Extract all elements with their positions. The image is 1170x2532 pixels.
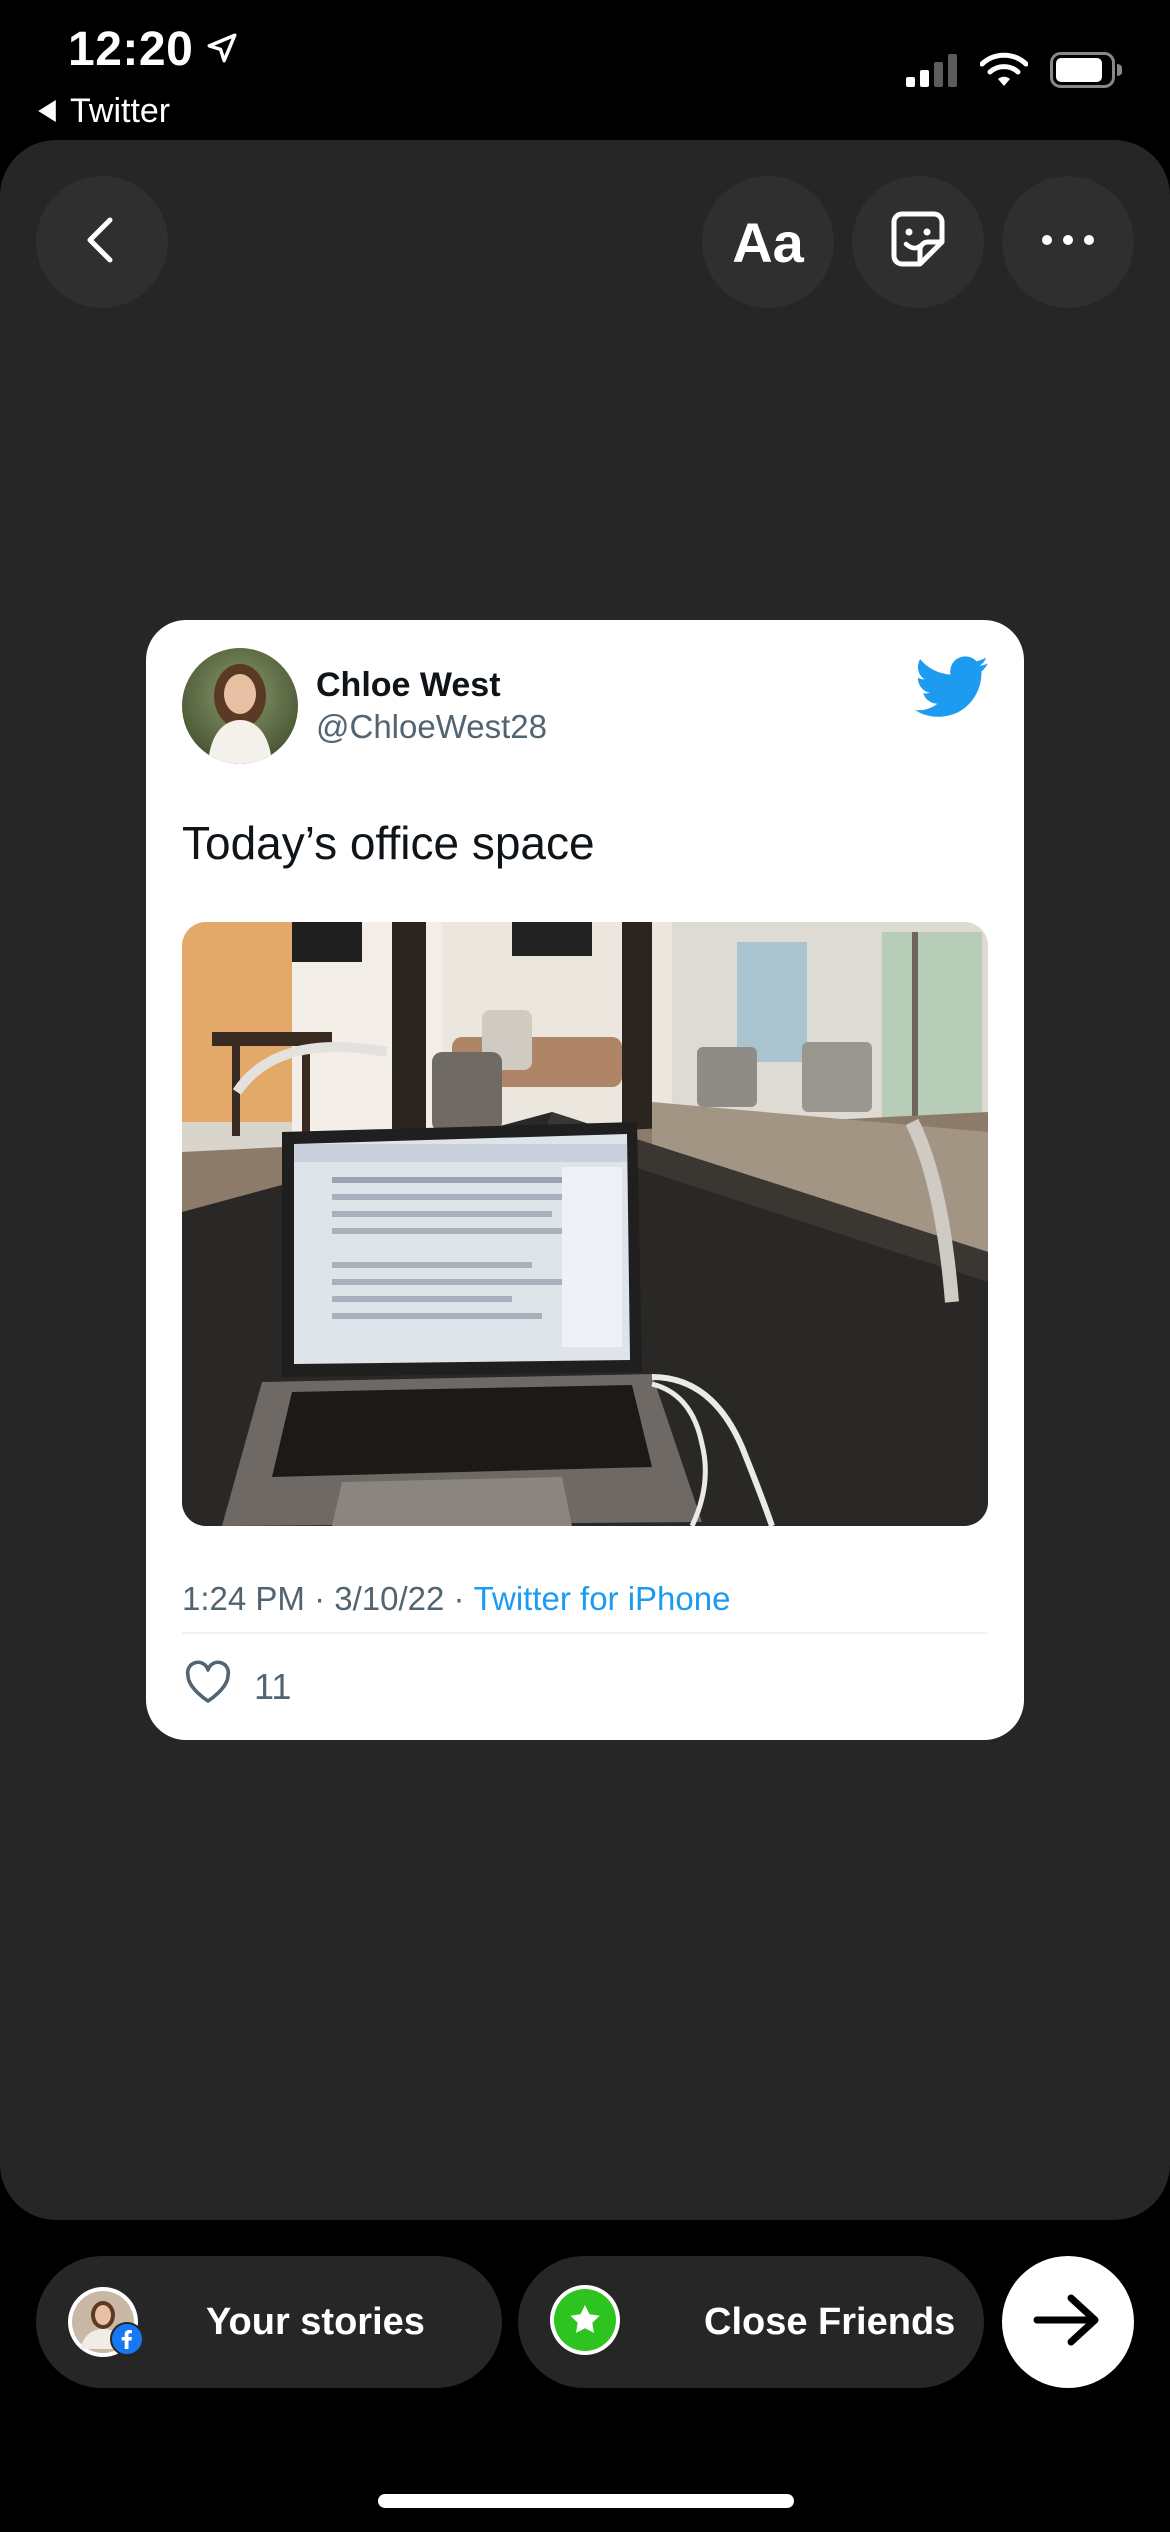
location-arrow-icon <box>205 22 239 77</box>
twitter-bird-icon <box>914 656 990 723</box>
back-button[interactable] <box>36 176 168 308</box>
time-label: 12:20 <box>68 23 194 76</box>
more-options-button[interactable] <box>1002 176 1134 308</box>
home-indicator[interactable] <box>378 2494 794 2508</box>
likes-count: 11 <box>254 1665 292 1707</box>
tweet-photo <box>182 922 988 1526</box>
tweet-card[interactable]: Chloe West @ChloeWest28 Today’s office s… <box>146 620 1024 1740</box>
tweet-date: 3/10/22 <box>334 1580 445 1617</box>
back-app-label: Twitter <box>70 92 171 130</box>
star-icon <box>548 2283 622 2362</box>
back-chevron-icon <box>72 210 132 275</box>
divider <box>182 1632 988 1634</box>
wifi-icon <box>979 52 1029 93</box>
author-name: Chloe West <box>316 666 501 704</box>
meta-separator: · <box>304 1580 335 1617</box>
arrow-right-icon <box>1033 2292 1103 2353</box>
back-triangle-icon <box>36 92 58 131</box>
next-button[interactable] <box>1002 2256 1134 2388</box>
profile-avatar <box>66 2285 144 2359</box>
facebook-icon <box>110 2322 144 2361</box>
close-friends-button[interactable]: Close Friends <box>518 2256 984 2388</box>
author-avatar <box>182 648 298 764</box>
likes-row: 11 <box>184 1660 291 1713</box>
back-to-app-link[interactable]: Twitter <box>36 92 170 131</box>
status-icons <box>906 52 1123 93</box>
your-stories-label: Your stories <box>206 2300 425 2343</box>
author-handle: @ChloeWest28 <box>316 708 547 745</box>
tweet-meta: 1:24 PM · 3/10/22 · Twitter for iPhone <box>182 1580 730 1618</box>
sticker-button[interactable] <box>852 176 984 308</box>
more-icon <box>1040 233 1096 252</box>
text-tool-button[interactable]: Aa <box>702 176 834 308</box>
text-tool-label: Aa <box>732 210 804 274</box>
meta-separator: · <box>444 1580 474 1617</box>
sticker-icon <box>884 206 952 279</box>
status-time: 12:20 <box>68 22 239 77</box>
your-stories-button[interactable]: Your stories <box>36 2256 502 2388</box>
tweet-time: 1:24 PM <box>182 1580 305 1617</box>
battery-icon <box>1050 52 1123 93</box>
heart-icon <box>184 1660 232 1713</box>
tweet-source: Twitter for iPhone <box>473 1580 731 1617</box>
cellular-signal-icon <box>906 53 958 92</box>
close-friends-label: Close Friends <box>704 2300 956 2343</box>
tweet-text: Today’s office space <box>182 817 595 869</box>
